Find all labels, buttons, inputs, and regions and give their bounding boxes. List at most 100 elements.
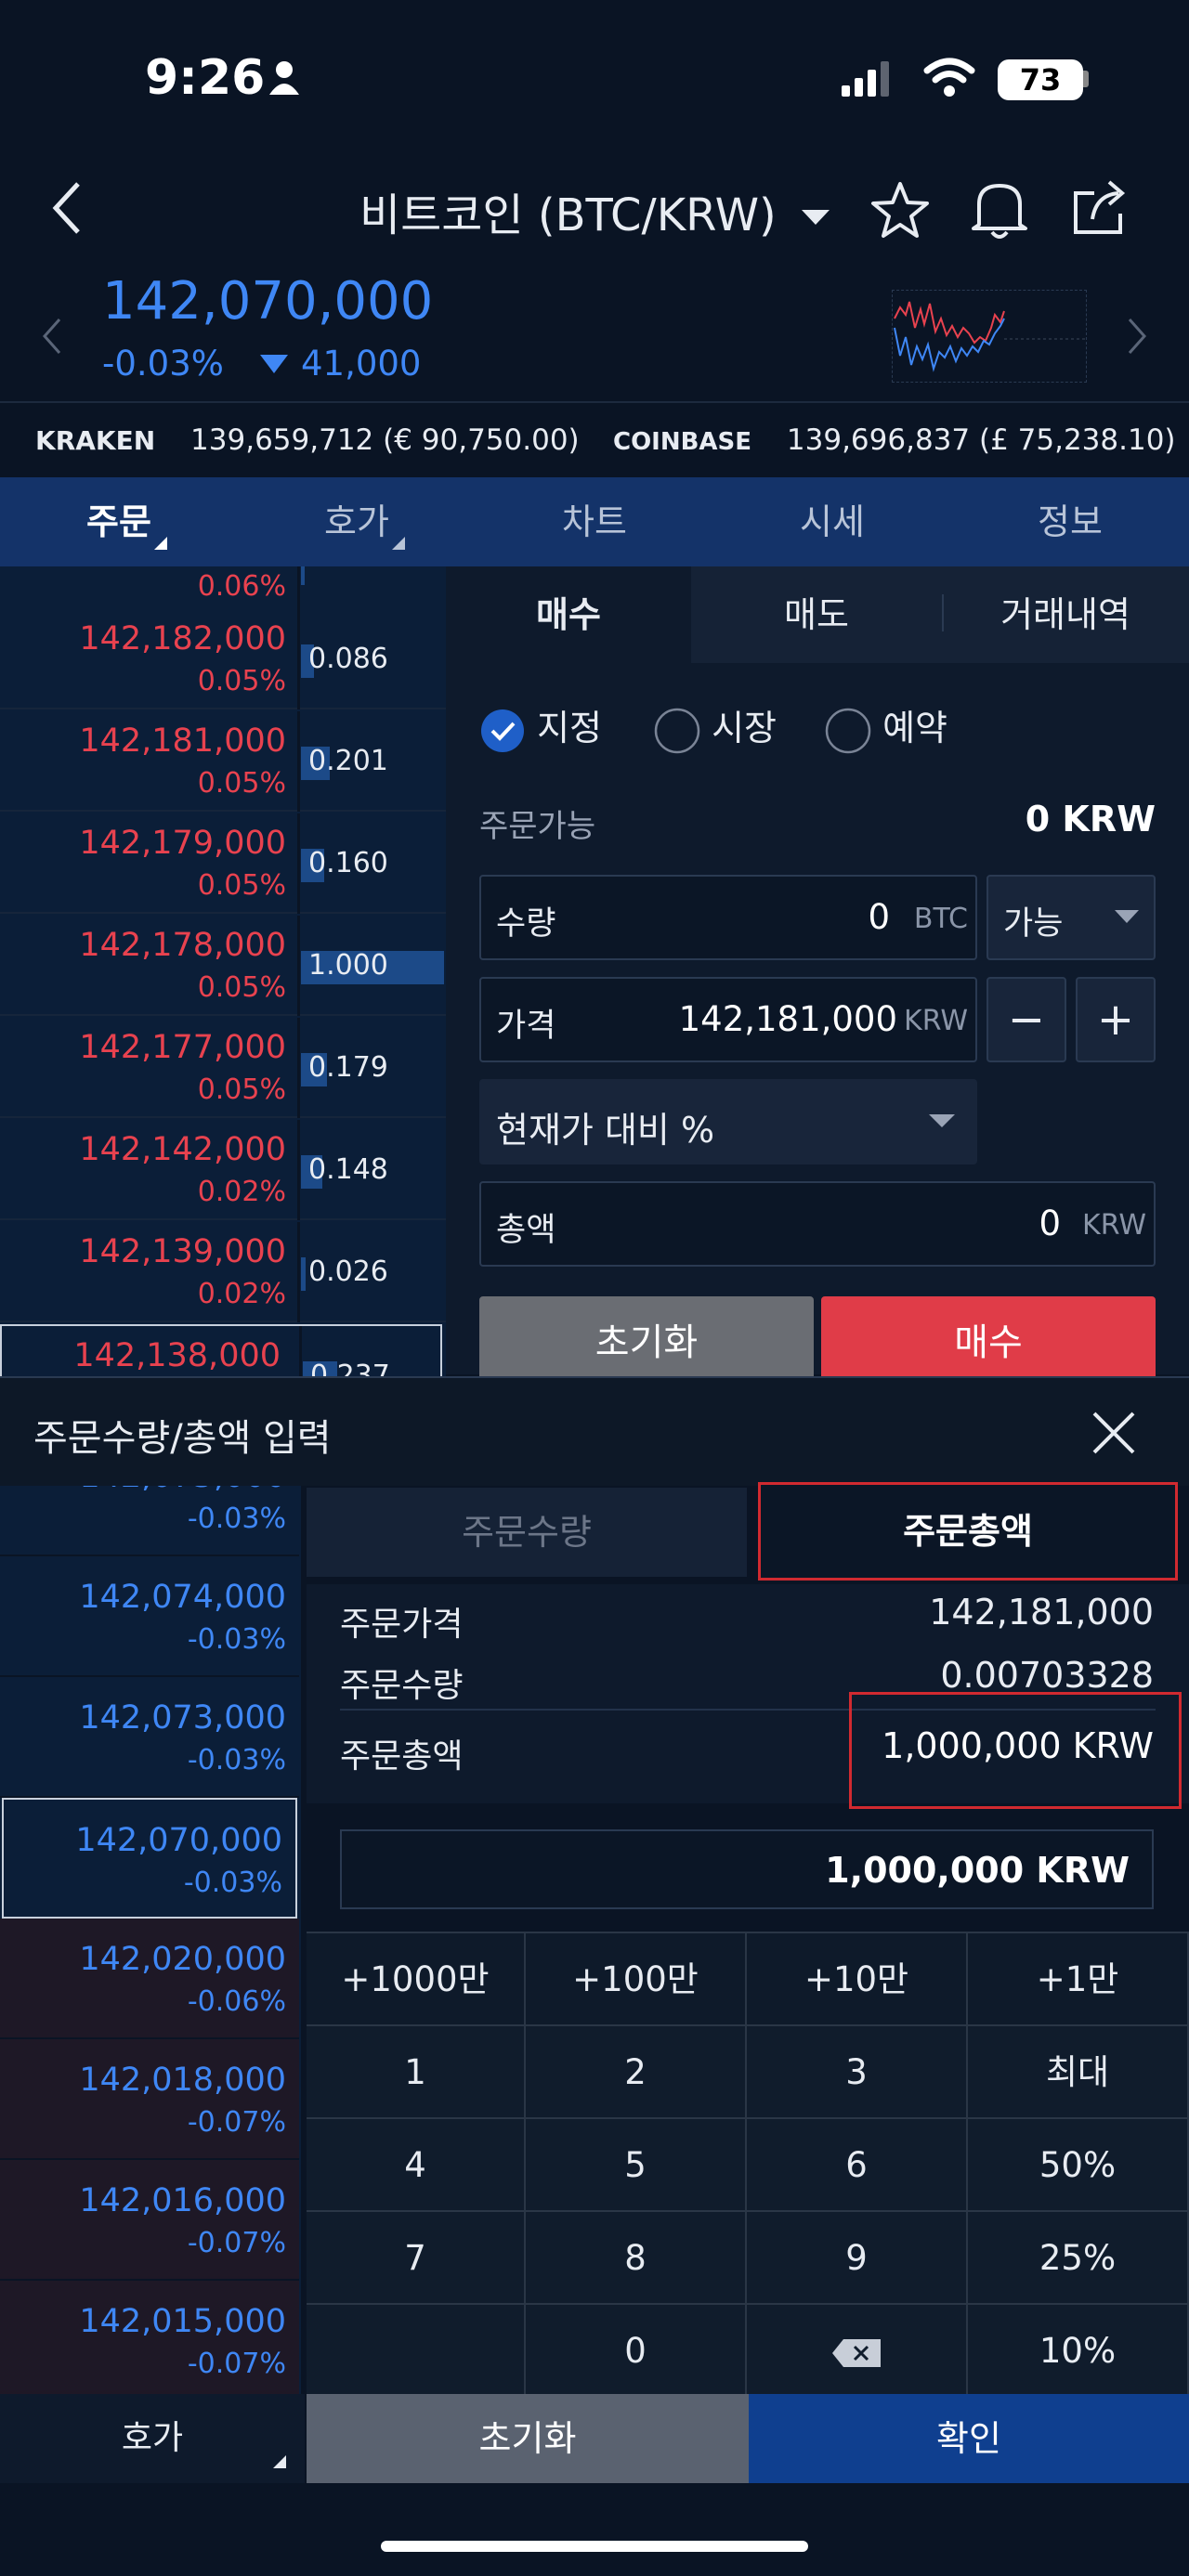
order-type-limit[interactable]: 지정 [479,702,602,754]
digit-key[interactable]: 0 [526,2305,747,2398]
ask-row[interactable]: 142,139,000 0.02% 0.026 [0,1222,446,1322]
digit-key[interactable]: 6 [747,2119,968,2212]
bid-row[interactable]: 142,018,000 -0.07% [0,2039,299,2160]
bid-row[interactable]: 142,074,000 -0.03% [0,1556,299,1677]
prev-coin-icon[interactable] [41,316,63,357]
share-icon[interactable] [1068,178,1130,238]
percent-key[interactable]: 최대 [968,2026,1189,2119]
ask-percent: 0.02% [197,1278,286,1310]
quick-add-button[interactable]: +1000만 [307,1933,526,2026]
bid-row[interactable]: 142,070,000 -0.03% [2,1798,297,1919]
ask-price: 142,182,000 [79,620,286,657]
tab-buy[interactable]: 매수 [446,566,691,663]
bid-row[interactable]: 142,016,000 -0.07% [0,2160,299,2281]
backspace-icon [832,2338,881,2367]
bell-icon[interactable] [970,178,1029,241]
backspace-button[interactable] [747,2305,968,2398]
bid-row[interactable]: 142,020,000 -0.06% [0,1919,299,2039]
bid-price: 142,070,000 [75,1822,282,1859]
bid-percent: -0.03% [187,1744,286,1776]
digit-key[interactable]: 2 [526,2026,747,2119]
close-icon[interactable] [1091,1410,1137,1456]
battery-icon: 73 [998,59,1083,100]
tab-market-label: 시세 [800,501,865,542]
order-type-reserve[interactable]: 예약 [825,702,947,754]
star-icon[interactable] [869,180,931,240]
ask-qty: 0.237 [310,1360,390,1376]
home-indicator[interactable] [381,2541,808,2552]
qty-field[interactable]: 수량 0 BTC [479,875,977,960]
qty-mode-dropdown[interactable]: 가능 [986,875,1156,960]
digit-key[interactable]: 4 [307,2119,526,2212]
ask-row[interactable]: 142,138,000 0.237 [0,1324,442,1376]
tab-info[interactable]: 정보 [951,477,1189,566]
bid-row[interactable]: 142,073,000 -0.03% [0,1677,299,1798]
ask-row[interactable]: 142,178,000 0.05% 1.000 [0,916,446,1016]
bid-percent: -0.06% [187,1985,286,2018]
ask-row[interactable]: 142,182,000 0.05% 0.086 [0,609,446,709]
summary-price-value: 142,181,000 [929,1592,1154,1633]
quick-add-button[interactable]: +10만 [747,1933,968,2026]
tab-sell[interactable]: 매도 [691,566,942,663]
quick-add-button[interactable]: +100만 [526,1933,747,2026]
price-plus-button[interactable]: + [1076,977,1156,1062]
bid-price: 142,075,000 [79,1486,286,1495]
mini-chart[interactable] [892,290,1087,383]
next-coin-icon[interactable] [1126,316,1148,357]
total-unit: KRW [1082,1209,1146,1242]
change-percent: -0.03% [102,344,224,384]
digit-key[interactable]: 1 [307,2026,526,2119]
ask-qty: 0.160 [308,847,388,879]
modal-reset-label: 초기화 [478,2418,577,2459]
buy-button[interactable]: 매수 [821,1296,1156,1376]
available-value: 0 KRW [1025,799,1156,839]
ask-qty: 1.000 [308,949,388,982]
plus-icon: + [1096,994,1135,1046]
ask-row[interactable]: 142,177,000 0.05% 0.179 [0,1018,446,1118]
price-minus-button[interactable]: − [986,977,1066,1062]
confirm-button[interactable]: 확인 [749,2394,1189,2483]
bid-price: 142,074,000 [79,1579,286,1616]
reset-button[interactable]: 초기화 [479,1296,814,1376]
digit-key[interactable]: 7 [307,2212,526,2305]
tab-chart[interactable]: 차트 [476,477,713,566]
amount-input[interactable]: 1,000,000 KRW [340,1829,1154,1909]
amount-input-value: 1,000,000 KRW [825,1850,1130,1891]
digit-key[interactable]: 5 [526,2119,747,2212]
bottom-tab-orderbook[interactable]: 호가 [0,2394,305,2483]
tab-order-qty[interactable]: 주문수량 [307,1488,747,1577]
bid-percent: -0.03% [187,1503,286,1535]
tab-info-label: 정보 [1038,501,1103,542]
percent-key[interactable]: 25% [968,2212,1189,2305]
bid-percent: -0.07% [187,2106,286,2139]
ask-qty: 0.086 [308,643,388,675]
percent-key[interactable]: 50% [968,2119,1189,2212]
bid-row[interactable]: 142,075,000 -0.03% [0,1486,299,1556]
current-price: 142,070,000 [102,271,434,332]
keypad: +1000만 +100만 +10만 +1만 1 2 3 최대 4 5 6 50% 7 8 9 25% 0 10% [307,1932,1189,2398]
order-type-market[interactable]: 시장 [654,702,777,754]
price-value: 142,181,000 [678,999,897,1039]
digit-key[interactable]: 9 [747,2212,968,2305]
tab-order-total[interactable]: 주문총액 [758,1482,1178,1581]
ask-row[interactable]: 142,142,000 0.02% 0.148 [0,1120,446,1220]
bid-row[interactable]: 142,015,000 -0.07% [0,2281,299,2394]
percent-key[interactable]: 10% [968,2305,1189,2398]
exchange-name: COINBASE [613,428,752,456]
digit-key[interactable]: 3 [747,2026,968,2119]
ask-row[interactable]: 142,181,000 0.05% 0.201 [0,711,446,812]
digit-key[interactable]: 8 [526,2212,747,2305]
tab-history[interactable]: 거래내역 [942,566,1189,663]
ask-row[interactable]: 142,179,000 0.05% 0.160 [0,813,446,914]
percent-select[interactable]: 현재가 대비 % [479,1079,977,1164]
tab-orderbook[interactable]: 호가 [238,477,476,566]
bid-price: 142,073,000 [79,1699,286,1737]
ask-percent: 0.05% [197,971,286,1004]
tab-market[interactable]: 시세 [713,477,951,566]
total-field[interactable]: 총액 0 KRW [479,1181,1156,1267]
row-separator [297,1120,300,1220]
quick-add-button[interactable]: +1만 [968,1933,1189,2026]
price-field[interactable]: 가격 142,181,000 KRW [479,977,977,1062]
tab-order[interactable]: 주문 [0,477,238,566]
modal-reset-button[interactable]: 초기화 [307,2394,749,2483]
